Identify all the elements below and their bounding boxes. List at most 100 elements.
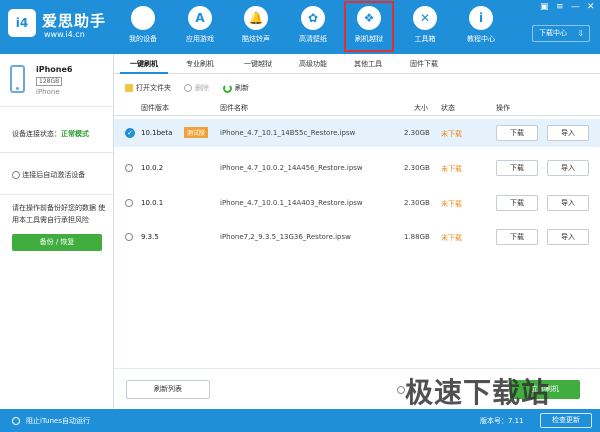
nav-tutorials[interactable]: i 教程中心 (456, 3, 506, 49)
tab-bar: 一键刷机 专业刷机 一键越狱 高级功能 其他工具 固件下载 (114, 54, 600, 74)
firmware-size: 1.88GB (404, 233, 430, 241)
refresh-icon (223, 83, 232, 93)
table-row[interactable]: 10.0.2 iPhone_4.7_10.0.2_14A456_Restore.… (114, 154, 600, 182)
firmware-size: 2.30GB (404, 199, 430, 207)
firmware-size: 2.30GB (404, 164, 430, 172)
download-button[interactable]: 下载 (496, 125, 538, 141)
logo-name: 爱思助手 (42, 12, 107, 30)
toolbar: 打开文件夹 删除 刷新 (114, 74, 600, 100)
col-version: 固件版本 (141, 104, 169, 112)
firmware-version: 10.0.2 (141, 164, 164, 172)
refresh-list-button[interactable]: 刷新列表 (126, 380, 210, 399)
risk-warning: 请在操作前备份好您的数据 使用本工具需自行承担风险 (12, 204, 106, 224)
connection-status: 设备连接状态：正常模式 (12, 129, 89, 139)
radio-icon[interactable] (397, 386, 405, 394)
download-button[interactable]: 下载 (496, 160, 538, 176)
download-center-label: 下载中心 (539, 29, 567, 37)
nav-label: 刷机越狱 (355, 35, 383, 43)
nav-label: 教程中心 (467, 35, 495, 43)
download-center-button[interactable]: 下载中心 ⇩ (532, 25, 590, 42)
col-name: 固件名称 (220, 104, 248, 112)
delete-label: 删除 (195, 84, 209, 92)
device-capacity: 128GB (36, 77, 63, 86)
download-status: 未下载 (441, 200, 462, 208)
import-button[interactable]: 导入 (547, 160, 589, 176)
app-store-icon: A (188, 6, 212, 30)
delete-button[interactable]: 删除 (184, 83, 209, 93)
tab-firmware-download[interactable]: 固件下载 (400, 54, 448, 74)
table-header: 固件版本 固件名称 大小 状态 操作 (114, 100, 600, 116)
tab-one-click-flash[interactable]: 一键刷机 (120, 54, 168, 74)
divider (0, 106, 113, 107)
skin-icon[interactable]: ▣ (540, 2, 549, 12)
import-button[interactable]: 导入 (547, 229, 589, 245)
minimize-icon[interactable]: — (571, 2, 580, 12)
download-button[interactable]: 下载 (496, 229, 538, 245)
close-icon[interactable]: ✕ (587, 2, 595, 12)
firmware-file: iPhone_4.7_10.1_14B55c_Restore.ipsw (220, 129, 356, 137)
table-row[interactable]: 9.3.5 iPhone7,2_9.3.5_13G36_Restore.ipsw… (114, 223, 600, 251)
import-button[interactable]: 导入 (547, 195, 589, 211)
download-status: 未下载 (441, 165, 462, 173)
table-row[interactable]: 10.0.1 iPhone_4.7_10.0.1_14A403_Restore.… (114, 189, 600, 217)
logo-icon: i4 (8, 9, 36, 37)
connection-value: 正常模式 (61, 130, 89, 138)
device-name: iPhone6 (36, 65, 73, 74)
delete-icon (184, 84, 192, 92)
download-button[interactable]: 下载 (496, 195, 538, 211)
refresh-label: 刷新 (235, 84, 249, 92)
nav-label: 工具箱 (414, 35, 436, 43)
firmware-file: iPhone7,2_9.3.5_13G36_Restore.ipsw (220, 233, 351, 241)
refresh-button[interactable]: 刷新 (223, 83, 249, 93)
import-button[interactable]: 导入 (547, 125, 589, 141)
backup-restore-button[interactable]: 备份 / 恢复 (12, 234, 102, 251)
download-status: 未下载 (441, 130, 462, 138)
menu-icon[interactable]: ≡ (556, 2, 564, 12)
radio-icon[interactable] (12, 171, 20, 179)
sidebar: iPhone6 128GB iPhone 设备连接状态：正常模式 连接后自动激活… (0, 54, 114, 409)
connection-label: 设备连接状态： (12, 130, 61, 138)
firmware-version: 10.0.1 (141, 199, 164, 207)
apple-icon (131, 6, 155, 30)
nav-my-device[interactable]: 我的设备 (118, 3, 168, 49)
table-row[interactable]: ✓ 10.1beta 测试版 iPhone_4.7_10.1_14B55c_Re… (114, 119, 600, 147)
nav-apps-games[interactable]: A 应用游戏 (175, 3, 225, 49)
block-itunes-label: 阻止iTunes自动运行 (26, 417, 90, 425)
radio-icon[interactable] (125, 233, 133, 241)
radio-icon[interactable] (125, 164, 133, 172)
divider (0, 194, 113, 195)
beta-badge: 测试版 (184, 127, 209, 138)
check-update-button[interactable]: 检查更新 (540, 413, 592, 428)
check-icon[interactable]: ✓ (125, 128, 135, 138)
nav-wallpapers[interactable]: ✿ 高清壁纸 (288, 3, 338, 49)
col-size: 大小 (414, 104, 428, 112)
radio-icon[interactable] (12, 417, 20, 425)
version-label: 版本号：7.11 (480, 417, 524, 425)
phone-icon (10, 65, 25, 93)
nav-label: 高清壁纸 (299, 35, 327, 43)
open-folder-label: 打开文件夹 (136, 84, 171, 92)
col-status: 状态 (441, 104, 455, 112)
radio-icon[interactable] (125, 199, 133, 207)
col-actions: 操作 (496, 104, 510, 112)
nav-ringtones[interactable]: 🔔 酷炫铃声 (231, 3, 281, 49)
tab-other-tools[interactable]: 其他工具 (344, 54, 392, 74)
nav-label: 我的设备 (129, 35, 157, 43)
logo-url: www.i4.cn (44, 30, 85, 39)
tab-advanced[interactable]: 高级功能 (289, 54, 337, 74)
tab-one-click-jailbreak[interactable]: 一键越狱 (234, 54, 282, 74)
tab-pro-flash[interactable]: 专业刷机 (176, 54, 224, 74)
open-folder-button[interactable]: 打开文件夹 (125, 83, 171, 93)
device-type: iPhone (36, 88, 60, 96)
firmware-file: iPhone_4.7_10.0.1_14A403_Restore.ipsw (220, 199, 363, 207)
auto-activate-option[interactable]: 连接后自动激活设备 (12, 170, 85, 180)
firmware-version: 10.1beta (141, 129, 173, 137)
folder-icon (125, 84, 133, 92)
nav-flash-jailbreak[interactable]: ❖ 刷机越狱 (344, 1, 394, 52)
flower-icon: ✿ (301, 6, 325, 30)
info-icon: i (469, 6, 493, 30)
bell-icon: 🔔 (244, 6, 268, 30)
nav-toolbox[interactable]: ✕ 工具箱 (400, 3, 450, 49)
nav-label: 酷炫铃声 (242, 35, 270, 43)
download-arrow-icon: ⇩ (577, 29, 584, 38)
